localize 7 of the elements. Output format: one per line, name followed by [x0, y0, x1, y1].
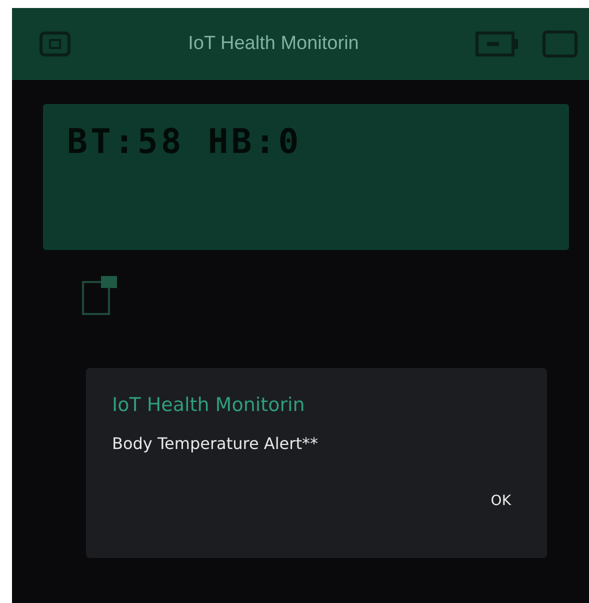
battery-icon[interactable] [475, 30, 519, 58]
dialog-message: Body Temperature Alert** [112, 434, 319, 453]
device-icon[interactable] [38, 30, 72, 58]
app-title: IoT Health Monitorin [187, 33, 360, 55]
square-icon[interactable] [541, 29, 579, 59]
ok-button[interactable]: OK [480, 489, 521, 513]
dialog-title: IoT Health Monitorin [112, 394, 306, 416]
